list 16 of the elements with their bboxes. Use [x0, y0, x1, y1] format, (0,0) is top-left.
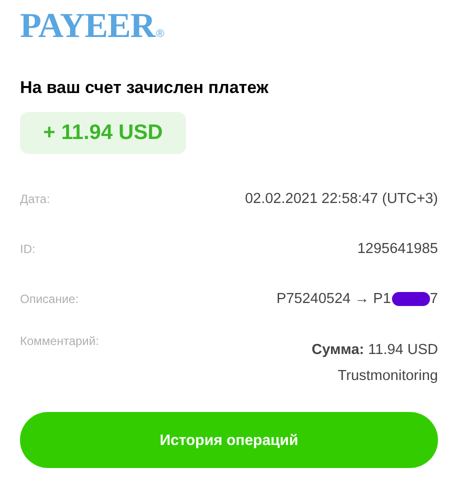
amount-badge: + 11.94 USD: [20, 112, 186, 154]
detail-label: Дата:: [20, 192, 50, 206]
detail-value: 7: [430, 291, 438, 307]
detail-value: 1295641985: [357, 241, 438, 257]
redaction-scribble: [392, 292, 430, 306]
detail-value: 02.02.2021 22:58:47 (UTC+3): [244, 191, 438, 207]
heading: На ваш счет зачислен платеж: [20, 78, 270, 98]
logo: PAYEER: [20, 6, 156, 46]
registered-mark: ®: [156, 28, 164, 40]
detail-label: Комментарий:: [20, 334, 99, 348]
detail-label: Описание:: [20, 292, 79, 306]
detail-value: P75240524 → P1: [276, 291, 391, 307]
comment-line: Сумма: 11.94 USD: [312, 342, 438, 358]
history-button[interactable]: История операций: [20, 412, 438, 468]
comment-line: Trustmonitoring: [338, 368, 438, 384]
detail-label: ID:: [20, 242, 36, 256]
